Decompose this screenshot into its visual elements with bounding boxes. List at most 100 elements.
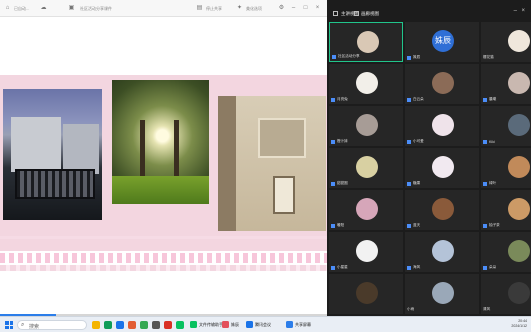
- participant-name: 糖果: [413, 181, 421, 185]
- beautify-icon[interactable]: ✦: [236, 5, 243, 11]
- microphone-icon: [483, 98, 487, 102]
- lawn: [112, 176, 209, 204]
- participant-name: 暖阳: [337, 223, 345, 227]
- participant-name: 朵朵: [489, 265, 497, 269]
- taskbar-app-label: 文件传输助手: [199, 322, 223, 327]
- building-shape: [11, 117, 61, 172]
- avatar: [432, 198, 454, 220]
- participant-tile[interactable]: 橙汁妹: [329, 106, 403, 146]
- participant-name: 月亮兔: [337, 97, 348, 101]
- gallery-view-icon[interactable]: [354, 11, 359, 16]
- app-icon[interactable]: [164, 321, 172, 329]
- app-icon: [222, 321, 229, 329]
- microphone-icon: [407, 182, 411, 186]
- taskbar-app[interactable]: 姝辰: [222, 320, 239, 330]
- avatar: [508, 30, 530, 52]
- sunlit-tree-photo[interactable]: [112, 80, 209, 204]
- participant-tile[interactable]: [329, 274, 403, 314]
- microphone-icon: [331, 182, 335, 186]
- edge-icon[interactable]: [116, 321, 124, 329]
- participant-tile[interactable]: 蓝天: [405, 190, 479, 230]
- participant-name: 甜甜圈: [337, 181, 348, 185]
- participant-tile[interactable]: 白云朵: [405, 64, 479, 104]
- participant-name: 樱花猫: [483, 55, 494, 59]
- participant-tile[interactable]: 糖果: [405, 148, 479, 188]
- participant-name: 橙汁妹: [337, 139, 348, 143]
- participant-tile[interactable]: 月亮兔: [329, 64, 403, 104]
- avatar: [432, 72, 454, 94]
- participant-name: 柚子茶: [489, 223, 500, 227]
- participant-name: 小雨: [407, 307, 415, 311]
- start-button[interactable]: [5, 321, 13, 329]
- microphone-icon: [483, 224, 487, 228]
- participant-tile[interactable]: 海风: [405, 232, 479, 272]
- avatar: [356, 198, 378, 220]
- stairwell-building-photo[interactable]: [218, 96, 326, 231]
- system-tray-clock[interactable]: 20:44 2024/1/12: [511, 319, 527, 329]
- speaker-view-icon[interactable]: [333, 11, 338, 16]
- slides-icon[interactable]: ▤: [196, 5, 203, 11]
- maximize-icon[interactable]: □: [302, 5, 309, 11]
- participant-tile[interactable]: 樱花猫: [481, 22, 531, 62]
- microphone-icon: [407, 224, 411, 228]
- taskbar-app[interactable]: 共享屏幕: [286, 320, 311, 330]
- participant-tile[interactable]: 暖阳: [329, 190, 403, 230]
- taskbar-app[interactable]: 文件传输助手: [190, 320, 223, 330]
- participant-tile[interactable]: 小可爱: [405, 106, 479, 146]
- app-icon[interactable]: [152, 321, 160, 329]
- microphone-icon: [407, 56, 411, 60]
- participant-name: 小可爱: [413, 139, 424, 143]
- avatar: [432, 240, 454, 262]
- taskbar-app[interactable]: 腾讯会议: [246, 320, 271, 330]
- panel-minimize-icon[interactable]: –: [514, 8, 517, 14]
- avatar: 姝辰: [432, 30, 454, 52]
- participant-tile[interactable]: 朵朵: [481, 232, 531, 272]
- home-icon[interactable]: ⌂: [4, 5, 11, 11]
- taskbar: ⌕ 搜索 文件传输助手 姝辰 腾讯会议 共享屏幕 20:44 2024/1/12: [0, 316, 531, 332]
- window-shape: [258, 118, 306, 158]
- participant-tile[interactable]: 晨曦: [481, 64, 531, 104]
- wechat-icon[interactable]: [176, 321, 184, 329]
- participant-tile[interactable]: Kiki: [481, 106, 531, 146]
- participant-name: 社区活动分享: [338, 54, 360, 58]
- participant-tile[interactable]: 柚子茶: [481, 190, 531, 230]
- app-icon: [246, 321, 253, 329]
- beautify-label[interactable]: 美化选项: [246, 6, 262, 12]
- participant-tile[interactable]: 姝辰 姝辰: [405, 22, 479, 62]
- panel-header: 主讲视图 画廊视图 – ×: [327, 0, 531, 20]
- minimize-icon[interactable]: –: [290, 5, 297, 11]
- microphone-icon: [407, 140, 411, 144]
- microphone-icon: [483, 140, 487, 144]
- screen: ⌂ 已自动... ☁ ▣ 社区活动分享课件 ▤ 停止共享 ✦ 美化选项 ⚙ – …: [0, 0, 531, 332]
- avatar: [356, 240, 378, 262]
- panel-close-icon[interactable]: ×: [521, 8, 525, 14]
- app-icon[interactable]: [104, 321, 112, 329]
- avatar: [356, 72, 378, 94]
- avatar: [508, 114, 530, 136]
- participant-tile[interactable]: 小星星: [329, 232, 403, 272]
- tab-gallery-view[interactable]: 画廊视图: [361, 11, 379, 17]
- microphone-icon: [331, 224, 335, 228]
- avatar: [432, 282, 454, 304]
- tree-trunk: [174, 120, 179, 180]
- microphone-icon: [331, 98, 335, 102]
- stop-share-label[interactable]: 停止共享: [206, 6, 222, 12]
- settings-icon[interactable]: ⚙: [278, 5, 285, 11]
- participant-tile[interactable]: 小雨: [405, 274, 479, 314]
- app-icon[interactable]: [128, 321, 136, 329]
- participant-tile[interactable]: 清风: [481, 274, 531, 314]
- microphone-icon: [331, 140, 335, 144]
- participant-tile[interactable]: 社区活动分享: [329, 22, 403, 62]
- avatar: [508, 198, 530, 220]
- avatar: [357, 31, 379, 53]
- participant-tile[interactable]: 绿叶: [481, 148, 531, 188]
- app-icon[interactable]: [140, 321, 148, 329]
- taskbar-search[interactable]: ⌕ 搜索: [17, 320, 87, 330]
- participant-tile[interactable]: 甜甜圈: [329, 148, 403, 188]
- close-icon[interactable]: ×: [314, 5, 321, 11]
- file-explorer-icon[interactable]: [92, 321, 100, 329]
- campus-building-photo[interactable]: [3, 89, 102, 220]
- taskbar-app-label: 腾讯会议: [255, 322, 271, 327]
- share-indicator-icon: ▣: [68, 5, 75, 11]
- cloud-icon[interactable]: ☁: [40, 5, 47, 11]
